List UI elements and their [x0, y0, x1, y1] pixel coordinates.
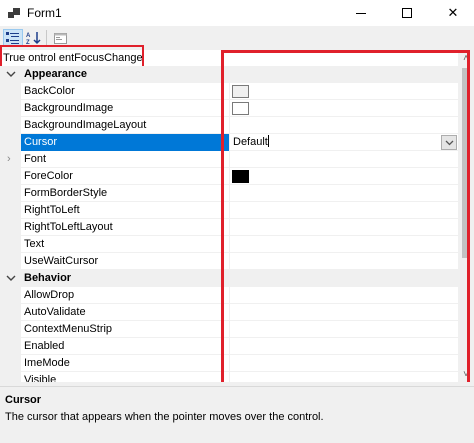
property-value[interactable] — [230, 83, 458, 100]
chevron-down-icon[interactable] — [6, 273, 16, 283]
maximize-button[interactable] — [384, 0, 430, 26]
category-appearance[interactable]: Appearance — [0, 66, 458, 83]
property-row-enabled[interactable]: Enabled — [0, 338, 458, 355]
property-name: Font — [21, 151, 229, 168]
property-value[interactable] — [230, 168, 458, 185]
property-name: UseWaitCursor — [21, 253, 229, 270]
property-row-backcolor[interactable]: BackColor — [0, 83, 458, 100]
close-button[interactable]: ✕ — [430, 0, 474, 26]
app-icon — [8, 8, 20, 18]
property-value[interactable] — [230, 202, 458, 219]
image-swatch — [232, 102, 249, 115]
property-row-cursor[interactable]: Cursor Default — [0, 134, 458, 151]
property-row-righttoleft[interactable]: RightToLeft — [0, 202, 458, 219]
property-value[interactable] — [230, 100, 458, 117]
description-panel: Cursor The cursor that appears when the … — [0, 386, 474, 443]
minimize-icon — [356, 12, 366, 14]
color-swatch — [232, 170, 249, 183]
property-value[interactable] — [230, 287, 458, 304]
property-value[interactable] — [230, 355, 458, 372]
property-name: Enabled — [21, 338, 229, 355]
property-pages-icon — [53, 32, 67, 44]
scroll-up-button[interactable]: ˄ — [458, 50, 474, 66]
property-value[interactable] — [230, 185, 458, 202]
title-bar: Form1 ✕ — [0, 0, 474, 26]
property-name: Visible — [21, 372, 229, 382]
property-row-text[interactable]: Text — [0, 236, 458, 253]
property-name: Text — [21, 236, 229, 253]
property-name: BackgroundImage — [21, 100, 229, 117]
svg-text:Z: Z — [26, 40, 30, 45]
description-text: The cursor that appears when the pointer… — [5, 411, 324, 423]
property-row-righttoleftlayout[interactable]: RightToLeftLayout — [0, 219, 458, 236]
alphabetical-sort-icon: A Z — [26, 32, 41, 45]
scrollbar-thumb[interactable] — [462, 68, 470, 258]
property-value[interactable] — [230, 304, 458, 321]
property-row-backgroundimagelayout[interactable]: BackgroundImageLayout — [0, 117, 458, 134]
scroll-up-icon: ˄ — [463, 52, 469, 64]
property-row-allowdrop[interactable]: AllowDrop — [0, 287, 458, 304]
property-name: BackgroundImageLayout — [21, 117, 229, 134]
maximize-icon — [402, 8, 412, 18]
property-row-usewaitcursor[interactable]: UseWaitCursor — [0, 253, 458, 270]
property-value[interactable] — [230, 321, 458, 338]
property-edit-row — [0, 50, 474, 66]
category-label: Behavior — [24, 272, 72, 284]
property-name: ContextMenuStrip — [21, 321, 229, 338]
property-row-formborderstyle[interactable]: FormBorderStyle — [0, 185, 458, 202]
toolbar-separator — [46, 30, 47, 46]
property-name: BackColor — [21, 83, 229, 100]
property-value[interactable] — [230, 219, 458, 236]
chevron-down-icon[interactable] — [6, 69, 16, 79]
property-name: AutoValidate — [21, 304, 229, 321]
property-name: RightToLeft — [21, 202, 229, 219]
property-name: FormBorderStyle — [21, 185, 229, 202]
property-value[interactable] — [230, 117, 458, 134]
scroll-down-icon: ˅ — [463, 368, 469, 380]
category-label: Appearance — [24, 68, 87, 80]
categorized-view-icon — [6, 32, 19, 44]
property-pages-button[interactable] — [50, 29, 70, 47]
window-title: Form1 — [27, 6, 62, 20]
property-row-font[interactable]: › Font — [0, 151, 458, 168]
property-grid: Appearance BackColor BackgroundImage Bac… — [0, 66, 474, 382]
minimize-button[interactable] — [338, 0, 384, 26]
category-behavior[interactable]: Behavior — [0, 270, 458, 287]
property-name: AllowDrop — [21, 287, 229, 304]
cursor-dropdown-button[interactable] — [441, 135, 457, 150]
property-row-autovalidate[interactable]: AutoValidate — [0, 304, 458, 321]
property-value[interactable] — [230, 372, 458, 382]
property-row-imemode[interactable]: ImeMode — [0, 355, 458, 372]
property-row-forecolor[interactable]: ForeColor — [0, 168, 458, 185]
expand-arrow-icon[interactable]: › — [7, 151, 11, 168]
property-name: RightToLeftLayout — [21, 219, 229, 236]
close-icon: ✕ — [447, 5, 459, 20]
scroll-down-button[interactable]: ˅ — [458, 366, 474, 382]
property-name: ForeColor — [21, 168, 229, 185]
property-row-visible[interactable]: Visible — [0, 372, 458, 382]
property-grid-toolbar: A Z — [0, 26, 474, 50]
alphabetical-button[interactable]: A Z — [24, 29, 44, 47]
property-value[interactable] — [230, 236, 458, 253]
categorized-view-button[interactable] — [3, 29, 23, 47]
property-name: Cursor — [21, 134, 229, 151]
property-value[interactable] — [230, 253, 458, 270]
property-value[interactable] — [230, 338, 458, 355]
description-title: Cursor — [5, 394, 42, 406]
property-edit-input[interactable] — [3, 50, 142, 66]
property-value[interactable] — [230, 151, 458, 168]
color-swatch — [232, 85, 249, 98]
property-row-backgroundimage[interactable]: BackgroundImage — [0, 100, 458, 117]
property-name: ImeMode — [21, 355, 229, 372]
chevron-down-icon — [445, 140, 453, 145]
svg-text:A: A — [26, 33, 31, 39]
vertical-scrollbar[interactable]: ˄ ˅ — [458, 50, 474, 382]
cursor-value: Default — [233, 136, 268, 148]
text-caret — [267, 135, 269, 147]
property-row-contextmenustrip[interactable]: ContextMenuStrip — [0, 321, 458, 338]
